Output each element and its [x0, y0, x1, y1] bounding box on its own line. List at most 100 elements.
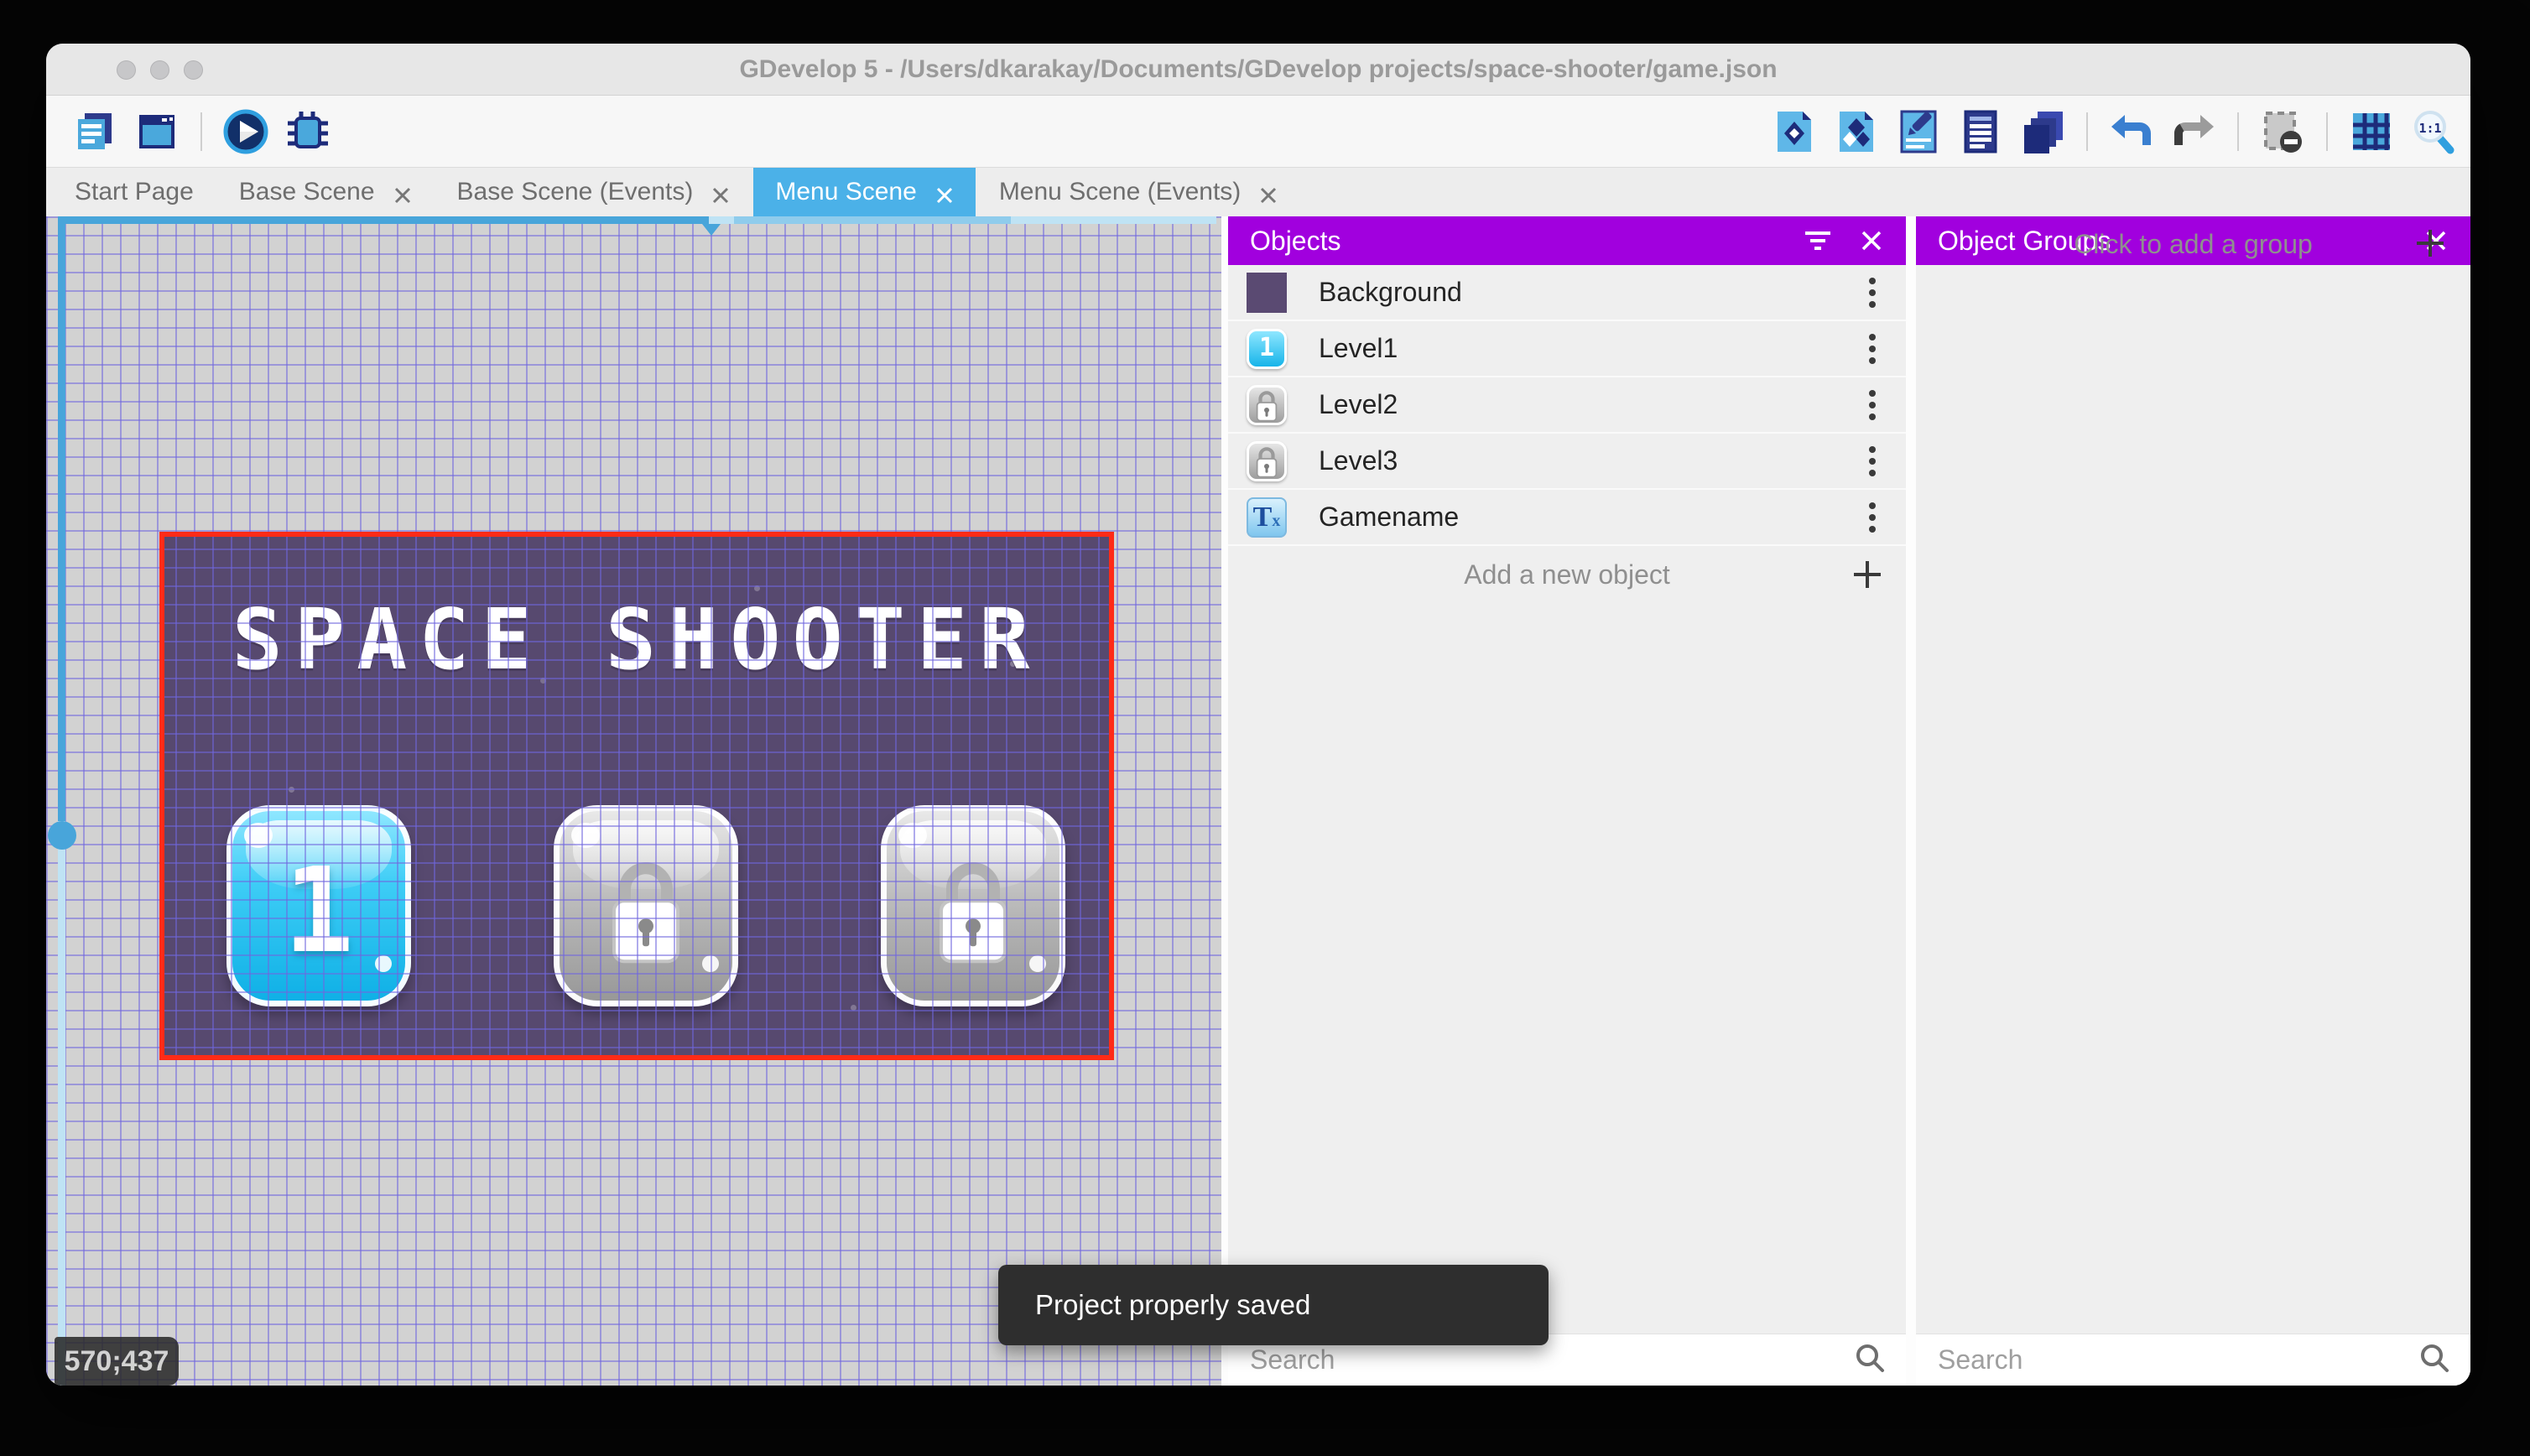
- object-label: Level1: [1319, 333, 1398, 363]
- toast-message: Project properly saved: [1035, 1289, 1311, 1320]
- object-label: Background: [1319, 277, 1462, 307]
- main-content: SPACE SHOOTER 1 570;437 Objects Backgrou…: [46, 216, 2470, 1386]
- object-groups-icon[interactable]: [1833, 108, 1880, 155]
- scene-stars-decoration: [164, 537, 167, 539]
- horizontal-scrollbar-thumb[interactable]: [734, 216, 1011, 224]
- level1-number: 1: [283, 843, 355, 980]
- undo-icon[interactable]: [2108, 108, 2155, 155]
- redo-icon[interactable]: [2170, 108, 2217, 155]
- toolbar-divider: [2237, 112, 2239, 151]
- objects-panel-title: Objects: [1250, 225, 1341, 256]
- project-manager-icon[interactable]: [71, 108, 118, 155]
- object-label: Level3: [1319, 445, 1398, 476]
- properties-edit-icon[interactable]: [1895, 108, 1942, 155]
- tab-menu-scene-events[interactable]: Menu Scene (Events): [976, 168, 1300, 216]
- button-highlight-dot: [1029, 955, 1046, 972]
- close-tab-icon[interactable]: [1259, 183, 1278, 204]
- objects-panel-header: Objects: [1228, 216, 1906, 265]
- panel-divider[interactable]: [1221, 216, 1228, 1386]
- background-thumbnail: [1247, 272, 1287, 313]
- object-menu-icon[interactable]: [1856, 274, 1889, 311]
- level3-button-sprite[interactable]: [881, 805, 1065, 1006]
- cursor-coordinates-badge: 570;437: [55, 1337, 179, 1386]
- tab-base-scene[interactable]: Base Scene: [216, 168, 434, 216]
- lock-icon: [612, 862, 679, 964]
- search-icon[interactable]: [2418, 1342, 2450, 1378]
- scrollbar-position-marker: [702, 224, 721, 236]
- add-object-label: Add a new object: [1464, 559, 1670, 590]
- mask-frame-icon[interactable]: [2259, 108, 2306, 155]
- tab-start-page[interactable]: Start Page: [53, 168, 216, 216]
- app-window: GDevelop 5 - /Users/dkarakay/Documents/G…: [46, 44, 2470, 1386]
- panel-divider[interactable]: [1906, 216, 1916, 1386]
- game-scene-preview[interactable]: SPACE SHOOTER 1: [164, 537, 1109, 1055]
- toolbar-divider: [2326, 112, 2328, 151]
- search-icon[interactable]: [1854, 1342, 1886, 1378]
- close-panel-icon[interactable]: [1861, 230, 1882, 252]
- toolbar-divider: [200, 112, 202, 151]
- horizontal-scrollbar-fill: [58, 216, 709, 224]
- object-row-level1[interactable]: 1 Level1: [1228, 321, 1906, 377]
- svg-text:1:1: 1:1: [2418, 121, 2441, 136]
- filter-icon[interactable]: [1804, 230, 1832, 252]
- object-menu-icon[interactable]: [1856, 499, 1889, 536]
- save-toast: Project properly saved: [998, 1265, 1549, 1345]
- tab-label: Start Page: [75, 178, 194, 205]
- instances-list-icon[interactable]: [1957, 108, 2004, 155]
- toolbar-right-group: 1:1: [1771, 108, 2470, 155]
- tab-menu-scene[interactable]: Menu Scene: [753, 168, 976, 216]
- object-menu-icon[interactable]: [1856, 330, 1889, 367]
- groups-search-input[interactable]: [1916, 1334, 2418, 1386]
- lock-icon: [940, 862, 1007, 964]
- object-row-level2[interactable]: Level2: [1228, 377, 1906, 434]
- add-group-label: Click to add a group: [2074, 228, 2313, 259]
- level1-button-sprite[interactable]: 1: [226, 805, 411, 1006]
- toolbar-divider: [2086, 112, 2088, 151]
- level2-button-sprite[interactable]: [554, 805, 738, 1006]
- close-tab-icon[interactable]: [935, 183, 954, 204]
- add-object-row[interactable]: Add a new object: [1228, 546, 1906, 603]
- scene-editor-canvas[interactable]: SPACE SHOOTER 1 570;437: [46, 216, 1221, 1386]
- game-title-text[interactable]: SPACE SHOOTER: [164, 590, 1109, 689]
- editor-tabs: Start Page Base Scene Base Scene (Events…: [46, 168, 2470, 216]
- zoom-1-1-icon[interactable]: 1:1: [2410, 108, 2457, 155]
- object-row-gamename[interactable]: Tx Gamename: [1228, 490, 1906, 546]
- level3-thumbnail: [1247, 440, 1287, 481]
- tab-label: Menu Scene (Events): [998, 178, 1242, 205]
- button-highlight-dot: [702, 955, 719, 972]
- object-menu-icon[interactable]: [1856, 387, 1889, 424]
- level1-thumbnail: 1: [1247, 328, 1287, 369]
- layers-icon[interactable]: [2019, 108, 2066, 155]
- button-highlight-dot: [898, 823, 927, 848]
- toolbar-left-group: [46, 108, 331, 155]
- desktop-background: GDevelop 5 - /Users/dkarakay/Documents/G…: [0, 0, 2530, 1456]
- objects-panel: Objects Background 1 Level1 Level2 Level…: [1228, 216, 1906, 1386]
- close-tab-icon[interactable]: [711, 183, 730, 204]
- scene-window-icon[interactable]: [133, 108, 180, 155]
- horizontal-scrollbar[interactable]: [58, 216, 1216, 236]
- tab-label: Base Scene: [238, 178, 375, 205]
- object-menu-icon[interactable]: [1856, 443, 1889, 480]
- object-groups-panel: Object Groups Click to add a group: [1916, 216, 2470, 1386]
- grid-icon[interactable]: [2348, 108, 2395, 155]
- play-icon[interactable]: [222, 108, 269, 155]
- vertical-scrollbar-knob[interactable]: [48, 821, 76, 850]
- object-row-background[interactable]: Background: [1228, 265, 1906, 321]
- tab-label: Base Scene (Events): [456, 178, 694, 205]
- close-tab-icon[interactable]: [393, 183, 412, 204]
- add-group-row[interactable]: Click to add a group: [1916, 216, 2470, 272]
- object-row-level3[interactable]: Level3: [1228, 434, 1906, 490]
- window-title: GDevelop 5 - /Users/dkarakay/Documents/G…: [739, 55, 1778, 83]
- debug-icon[interactable]: [284, 108, 331, 155]
- object-label: Level2: [1319, 389, 1398, 419]
- main-toolbar: 1:1: [46, 96, 2470, 168]
- gamename-thumbnail: Tx: [1247, 497, 1287, 538]
- add-object-plus-icon[interactable]: [1851, 558, 1884, 598]
- objects-list: Background 1 Level1 Level2 Level3 Tx Gam…: [1228, 265, 1906, 603]
- add-group-plus-icon[interactable]: [2413, 226, 2447, 267]
- vertical-scrollbar-fill: [58, 224, 65, 821]
- tab-base-scene-events[interactable]: Base Scene (Events): [435, 168, 752, 216]
- object-label: Gamename: [1319, 502, 1460, 532]
- vertical-scrollbar[interactable]: [48, 224, 76, 1386]
- object-icon[interactable]: [1771, 108, 1818, 155]
